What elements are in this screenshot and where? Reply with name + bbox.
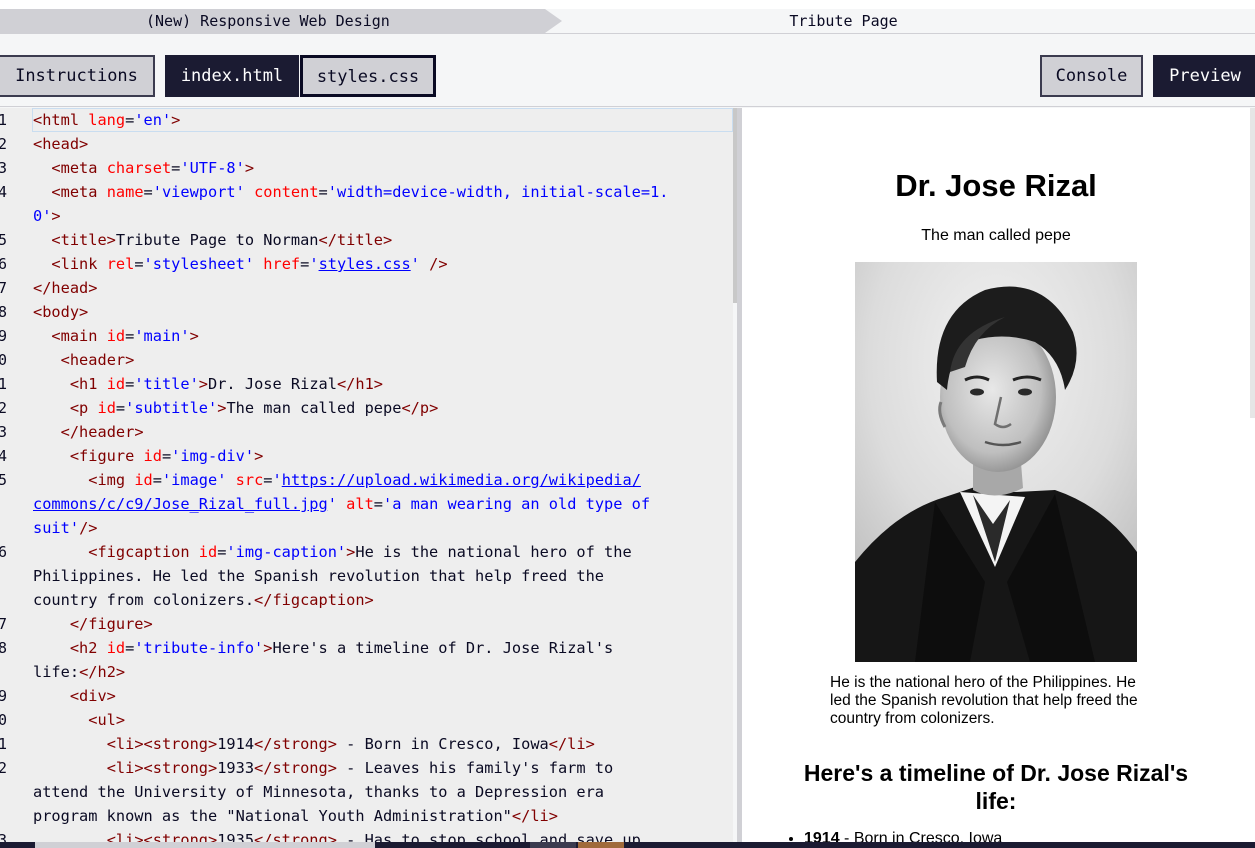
code-line: Philippines. He led the Spanish revoluti… xyxy=(33,567,604,585)
line-number: 2 xyxy=(0,399,8,417)
preview-scrollbar[interactable] xyxy=(1250,108,1255,418)
rizal-portrait-image xyxy=(855,262,1137,662)
line-number: 3 xyxy=(0,423,8,441)
code-line: attend the University of Minnesota, than… xyxy=(33,783,604,801)
line-number: 1 xyxy=(0,735,8,753)
code-line: </header> xyxy=(60,423,144,441)
line-number: 3 xyxy=(0,159,8,177)
code-line: <li><strong>1933</strong> - Leaves his f… xyxy=(106,759,614,777)
line-number: 0 xyxy=(0,711,8,729)
code-line: 0'> xyxy=(33,207,61,225)
preview-title: Dr. Jose Rizal xyxy=(895,168,1097,203)
preview-subtitle: The man called pepe xyxy=(921,227,1071,244)
line-number: 4 xyxy=(0,447,8,465)
line-number: 7 xyxy=(0,279,8,297)
line-number: 9 xyxy=(0,327,8,345)
code-line: </figure> xyxy=(69,615,153,633)
breadcrumb-challenge-title: Tribute Page xyxy=(789,12,898,30)
taskbar-segment xyxy=(35,842,375,848)
line-number: 1 xyxy=(0,111,8,129)
code-content[interactable]: <html lang='en'> <head> <meta charset='U… xyxy=(33,108,723,848)
code-line: country from colonizers.</figcaption> xyxy=(33,591,374,609)
code-line: <head> xyxy=(33,135,89,153)
preview-timeline-heading: Here's a timeline of Dr. Jose Rizal's li… xyxy=(803,760,1189,814)
code-line: commons/c/c9/Jose_Rizal_full.jpg' alt='a… xyxy=(33,495,651,513)
code-line: <meta charset='UTF-8'> xyxy=(51,159,255,177)
line-number: 4 xyxy=(0,183,8,201)
index-html-tab[interactable]: index.html xyxy=(165,55,299,97)
code-line: <header> xyxy=(60,351,135,369)
code-editor[interactable]: 12345678901234567890123 <html lang='en'>… xyxy=(0,108,733,848)
code-line: suit'/> xyxy=(33,519,98,537)
preview-image-caption: He is the national hero of the Philippin… xyxy=(830,674,1138,727)
code-line: <html lang='en'> xyxy=(33,111,181,129)
line-number: 8 xyxy=(0,639,8,657)
code-line: life:</h2> xyxy=(33,663,126,681)
line-number: 9 xyxy=(0,687,8,705)
code-line: <img id='image' src='https://upload.wiki… xyxy=(88,471,641,489)
taskbar-segment xyxy=(530,842,576,848)
code-line: <meta name='viewport' content='width=dev… xyxy=(51,183,669,201)
taskbar-segment xyxy=(578,842,624,848)
preview-tab[interactable]: Preview xyxy=(1153,55,1255,97)
line-number: 2 xyxy=(0,135,8,153)
line-number: 5 xyxy=(0,231,8,249)
top-strip xyxy=(0,0,1255,9)
breadcrumb: (New) Responsive Web Design Tribute Page xyxy=(0,9,1255,34)
editor-tabs-bar: Instructions index.html styles.css Conso… xyxy=(0,35,1255,107)
code-line: </head> xyxy=(33,279,98,297)
code-line: <ul> xyxy=(88,711,126,729)
preview-pane: Dr. Jose Rizal The man called pepe He is… xyxy=(742,108,1255,848)
line-number: 2 xyxy=(0,759,8,777)
code-line: <p id='subtitle'>The man called pepe</p> xyxy=(69,399,439,417)
line-number: 1 xyxy=(0,375,8,393)
line-number: 0 xyxy=(0,351,8,369)
instructions-tab[interactable]: Instructions xyxy=(0,55,155,97)
code-line: <div> xyxy=(69,687,116,705)
styles-css-tab[interactable]: styles.css xyxy=(300,55,436,97)
code-line: <figure id='img-div'> xyxy=(69,447,264,465)
line-number: 7 xyxy=(0,615,8,633)
line-number: 5 xyxy=(0,471,8,489)
breadcrumb-superblock-link[interactable]: (New) Responsive Web Design xyxy=(0,9,562,33)
line-number: 6 xyxy=(0,255,8,273)
code-line: program known as the "National Youth Adm… xyxy=(33,807,558,825)
line-number: 6 xyxy=(0,543,8,561)
code-line: <h2 id='tribute-info'>Here's a timeline … xyxy=(69,639,614,657)
console-tab[interactable]: Console xyxy=(1040,55,1143,97)
code-line: <main id='main'> xyxy=(51,327,199,345)
code-line: <title>Tribute Page to Norman</title> xyxy=(51,231,393,249)
code-line: <h1 id='title'>Dr. Jose Rizal</h1> xyxy=(69,375,384,393)
code-line: <body> xyxy=(33,303,89,321)
line-number: 8 xyxy=(0,303,8,321)
code-line: <figcaption id='img-caption'>He is the n… xyxy=(88,543,632,561)
code-line: <link rel='stylesheet' href='styles.css'… xyxy=(51,255,448,273)
code-line: <li><strong>1914</strong> - Born in Cres… xyxy=(106,735,595,753)
